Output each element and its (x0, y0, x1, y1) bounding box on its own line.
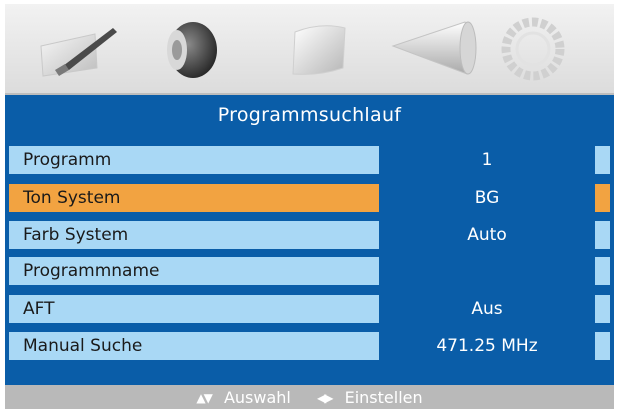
menu-title: Programmsuchlauf (5, 95, 614, 136)
picture-icon[interactable] (35, 16, 125, 82)
row-value: Auto (379, 221, 595, 249)
row-label: Manual Suche (23, 336, 143, 356)
menu-row-aft[interactable]: AFT Aus (9, 295, 610, 323)
row-label: Programmname (23, 261, 160, 281)
menu-icon-bar (5, 4, 614, 95)
row-value: 471.25 MHz (379, 332, 595, 360)
channel-search-icon[interactable] (385, 16, 485, 82)
sound-icon[interactable] (155, 16, 225, 82)
tv-osd-menu: Programmsuchlauf Programm 1 Ton System B… (5, 4, 614, 409)
adjust-hint-label: Einstellen (344, 387, 423, 407)
help-bar: ▲▼ Auswahl ◀▶ Einstellen (5, 385, 614, 409)
up-down-arrows-icon: ▲▼ (196, 390, 213, 405)
row-value: Aus (379, 295, 595, 323)
left-right-arrows-icon: ◀▶ (317, 390, 334, 405)
row-label: AFT (23, 299, 55, 319)
row-label: Ton System (23, 188, 121, 208)
menu-row-manual-suche[interactable]: Manual Suche 471.25 MHz (9, 332, 610, 360)
menu-row-programm[interactable]: Programm 1 (9, 146, 610, 174)
menu-row-ton-system[interactable]: Ton System BG (9, 184, 610, 212)
row-label: Programm (23, 150, 112, 170)
row-value: BG (379, 184, 595, 212)
nav-hint-label: Auswahl (223, 387, 291, 407)
row-label: Farb System (23, 225, 129, 245)
row-value: 1 (379, 146, 595, 174)
setup-icon[interactable] (500, 16, 566, 82)
row-value (379, 257, 595, 285)
menu-row-programmname[interactable]: Programmname (9, 257, 610, 285)
menu-row-farb-system[interactable]: Farb System Auto (9, 221, 610, 249)
feature-icon[interactable] (285, 16, 355, 82)
